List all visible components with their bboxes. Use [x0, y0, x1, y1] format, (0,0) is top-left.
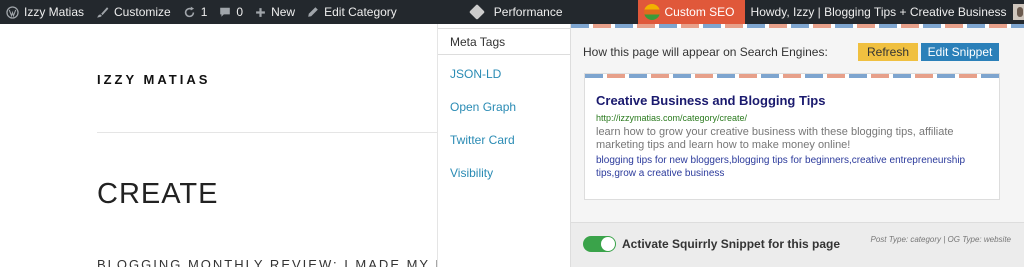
- performance-label: Performance: [493, 5, 563, 19]
- custom-seo-menu[interactable]: Custom SEO: [637, 0, 745, 24]
- post-type-info: Post Type: category | OG Type: website: [870, 235, 1011, 244]
- post-title-link[interactable]: BLOGGING MONTHLY REVIEW: I MADE MY FIR: [97, 257, 462, 267]
- snippet-description: learn how to grow your creative business…: [596, 126, 954, 151]
- plus-icon: [255, 7, 266, 18]
- tab-json-ld[interactable]: JSON-LD: [450, 67, 501, 81]
- site-logo[interactable]: IZZY MATIAS: [97, 72, 210, 87]
- performance-icon: [468, 4, 485, 20]
- tab-twitter-card[interactable]: Twitter Card: [450, 133, 515, 147]
- tab-visibility[interactable]: Visibility: [450, 166, 493, 180]
- wordpress-icon: [6, 5, 19, 19]
- customize-menu[interactable]: Customize: [90, 0, 177, 24]
- page-title: CREATE: [97, 178, 219, 210]
- updates-count: 1: [200, 5, 208, 19]
- refresh-button[interactable]: Refresh: [858, 43, 918, 61]
- snippet-title: Creative Business and Blogging Tips: [596, 93, 826, 108]
- site-name-label: Izzy Matias: [24, 5, 85, 19]
- activate-snippet-toggle[interactable]: [583, 236, 616, 252]
- performance-menu[interactable]: Performance: [464, 0, 569, 24]
- updates-menu[interactable]: 1: [177, 0, 214, 24]
- decorative-stripe: [571, 24, 1024, 28]
- pencil-icon: [307, 6, 319, 18]
- howdy-label: Howdy, Izzy | Blogging Tips + Creative B…: [750, 5, 1007, 19]
- refresh-icon: [183, 6, 196, 19]
- new-content-menu[interactable]: New: [249, 0, 301, 24]
- comment-icon: [219, 6, 231, 18]
- edit-snippet-button[interactable]: Edit Snippet: [921, 43, 999, 61]
- brush-icon: [96, 6, 109, 19]
- search-snippet-preview: Creative Business and Blogging Tips http…: [584, 73, 1000, 200]
- seo-tabs: Meta Tags JSON-LD Open Graph Twitter Car…: [437, 24, 571, 267]
- seo-logo-icon: [643, 4, 660, 20]
- account-menu[interactable]: Howdy, Izzy | Blogging Tips + Creative B…: [751, 4, 1024, 20]
- comments-menu[interactable]: 0: [213, 0, 249, 24]
- edit-category-label: Edit Category: [324, 5, 397, 19]
- tab-open-graph[interactable]: Open Graph: [450, 100, 516, 114]
- customize-label: Customize: [114, 5, 171, 19]
- comments-count: 0: [236, 5, 244, 19]
- snippet-stripe: [585, 74, 999, 78]
- site-name-menu[interactable]: Izzy Matias: [0, 0, 90, 24]
- tab-meta-tags[interactable]: Meta Tags: [438, 28, 571, 55]
- edit-category-menu[interactable]: Edit Category: [301, 0, 403, 24]
- divider: [97, 132, 440, 133]
- appear-label: How this page will appear on Search Engi…: [583, 45, 828, 59]
- seo-main: How this page will appear on Search Engi…: [570, 24, 1024, 267]
- avatar: [1012, 4, 1024, 20]
- custom-seo-label: Custom SEO: [664, 5, 735, 19]
- admin-bar: Izzy Matias Customize 1 0 New Edit Categ…: [0, 0, 1024, 24]
- seo-panel: Meta Tags JSON-LD Open Graph Twitter Car…: [437, 24, 1024, 267]
- activate-snippet-label: Activate Squirrly Snippet for this page: [622, 237, 841, 251]
- activation-bar: Activate Squirrly Snippet for this page …: [571, 222, 1024, 267]
- new-label: New: [271, 5, 296, 19]
- snippet-keywords: blogging tips for new bloggers,blogging …: [596, 155, 966, 179]
- snippet-url: http://izzymatias.com/category/create/: [596, 113, 748, 123]
